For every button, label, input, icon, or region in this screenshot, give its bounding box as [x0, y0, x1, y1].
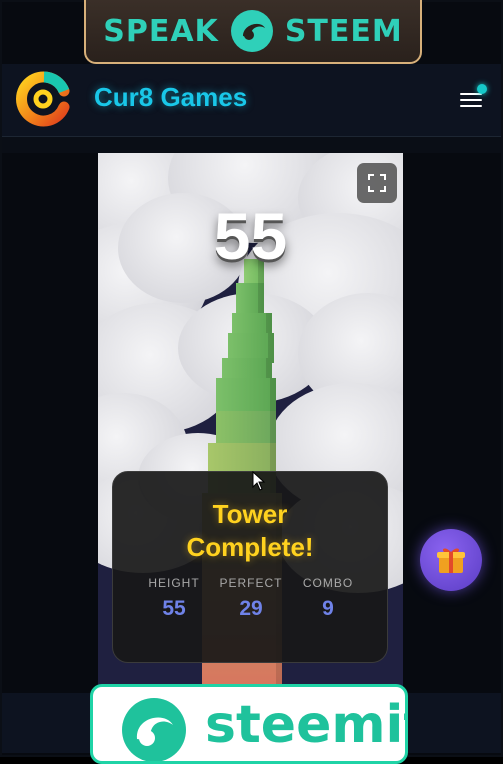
ad-word-steem: STEEM	[284, 13, 403, 49]
gift-button[interactable]	[420, 529, 482, 591]
hamburger-icon[interactable]	[457, 84, 487, 114]
result-title-line2: Complete!	[186, 532, 314, 562]
gift-icon	[437, 548, 465, 573]
steem-logo-icon	[230, 10, 273, 52]
site-header: Cur8 Games	[2, 64, 501, 137]
fullscreen-icon	[368, 174, 386, 192]
steemit-wordmark: steemit	[205, 695, 408, 755]
mouse-cursor-icon	[252, 471, 266, 491]
fullscreen-button[interactable]	[357, 163, 397, 203]
steemit-logo-icon	[122, 698, 186, 761]
result-title-line1: Tower	[212, 499, 288, 529]
header-divider	[2, 137, 501, 153]
site-title[interactable]: Cur8 Games	[94, 82, 247, 113]
speak-steem-ad-banner[interactable]: SPEAK STEEM	[84, 0, 422, 64]
result-title: Tower Complete!	[113, 498, 387, 564]
stat-value: 9	[322, 597, 334, 620]
stat-label: COMBO	[302, 576, 354, 590]
stat-combo: COMBO 9	[283, 576, 373, 621]
notification-dot	[477, 84, 487, 94]
cur8-logo-icon[interactable]	[14, 69, 72, 127]
ad-word-speak: SPEAK	[103, 13, 219, 49]
browser-frame: SPEAK STEEM Cur8 Games 55 Tower Complete…	[0, 0, 503, 764]
score-display: 55	[213, 199, 288, 273]
steemit-ad-banner[interactable]: steemit	[90, 684, 408, 764]
tower-complete-panel: Tower Complete! HEIGHT 55 PERFECT 29 COM…	[112, 471, 388, 663]
